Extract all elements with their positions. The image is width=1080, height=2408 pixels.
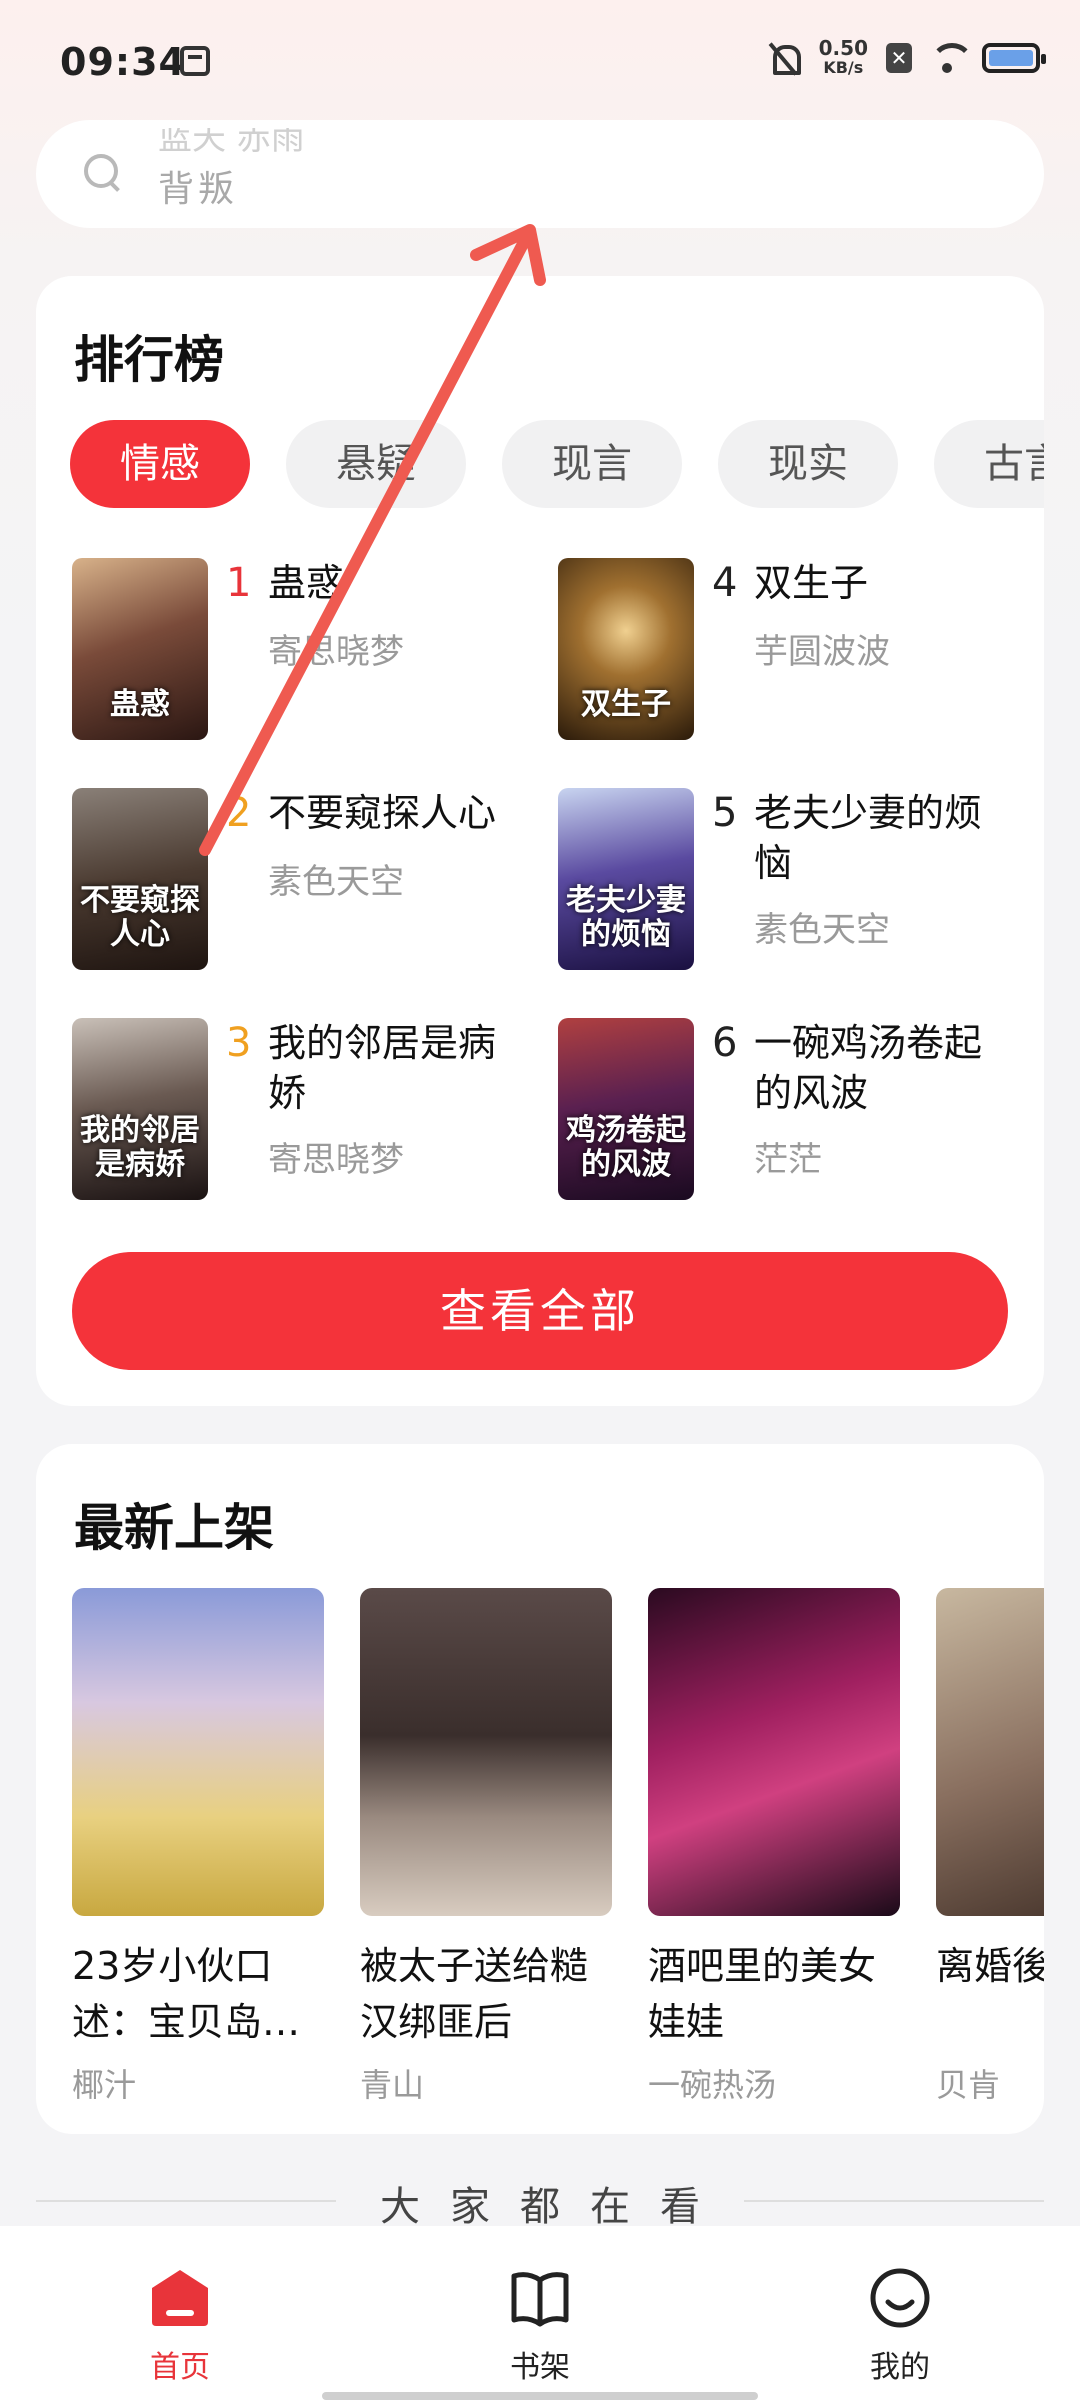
battery-level	[989, 50, 1033, 66]
network-speed: 0.50 KB/s	[819, 38, 868, 78]
book-author: 椰汁	[72, 2066, 137, 2104]
ranking-item-4[interactable]: 双生子 4 双生子 芋圆波波	[558, 558, 1028, 740]
book-cover: 鸡汤卷起的风波	[558, 1018, 694, 1200]
book-author: 素色天空	[754, 910, 890, 950]
ranking-item-2[interactable]: 不要窥探人心 2 不要窥探人心 素色天空	[72, 788, 542, 970]
everyone-watching-title: 大家都在看	[380, 2184, 730, 2230]
book-title: 23岁小伙口述：宝贝岛…	[72, 1944, 301, 2044]
view-all-button[interactable]: 查看全部	[72, 1252, 1008, 1370]
ranking-item-5[interactable]: 老夫少妻的烦恼 5 老夫少妻的烦恼 素色天空	[558, 788, 1028, 970]
book-cover: 蛊惑	[72, 558, 208, 740]
home-book-icon	[152, 2270, 208, 2326]
cover-title: 我的邻居是病娇	[80, 1113, 200, 1182]
nav-mine[interactable]: 我的	[720, 2226, 1080, 2408]
ranking-tabs: 情感 悬疑 现言 现实 古言	[70, 420, 1044, 512]
newest-item-3[interactable]: 酒吧里的美女娃娃 一碗热汤	[648, 1588, 900, 2106]
rank-number: 5	[712, 790, 738, 836]
book-cover: 老夫少妻的烦恼	[558, 788, 694, 970]
cover-title: 双生子	[581, 687, 671, 722]
status-bar: 09:34 0.50 KB/s ✕	[0, 0, 1080, 120]
ranking-title: 排行榜	[74, 331, 224, 389]
book-cover	[648, 1588, 900, 1916]
book-author: 青山	[360, 2066, 425, 2104]
newest-item-2[interactable]: 被太子送给糙汉绑匪后 青山	[360, 1588, 612, 2106]
tab-ancient-romance[interactable]: 古言	[934, 420, 1044, 508]
ranking-item-6[interactable]: 鸡汤卷起的风波 6 一碗鸡汤卷起的风波 茫茫	[558, 1018, 1028, 1200]
book-title: 不要窥探人心	[268, 791, 497, 835]
search-hint: 背叛	[158, 169, 239, 210]
battery-icon	[982, 43, 1046, 73]
book-author: 素色天空	[268, 862, 404, 902]
rank-number: 2	[226, 790, 252, 836]
ranking-card: 排行榜 情感 悬疑 现言 现实 古言 蛊惑 1 蛊惑 寄思晓梦	[36, 276, 1044, 1406]
sim-card-icon	[180, 46, 210, 76]
status-icons: 0.50 KB/s ✕	[767, 38, 1046, 78]
book-cover	[72, 1588, 324, 1916]
book-title: 我的邻居是病娇	[268, 1021, 497, 1115]
nav-mine-label: 我的	[870, 2350, 930, 2385]
open-book-icon	[511, 2272, 569, 2327]
smiley-face-icon	[870, 2268, 930, 2328]
book-author: 茫茫	[754, 1140, 822, 1180]
book-title: 一碗鸡汤卷起的风波	[754, 1021, 983, 1115]
newest-list: 23岁小伙口述：宝贝岛… 椰汁 被太子送给糙汉绑匪后 青山 酒吧里的美女娃娃 一…	[72, 1588, 1044, 2118]
tab-suspense[interactable]: 悬疑	[286, 420, 466, 508]
nav-home-label: 首页	[150, 2350, 210, 2385]
newest-item-4[interactable]: 离婚後户艳遇 贝肯	[936, 1588, 1044, 2106]
everyone-watching-divider: 大家都在看	[36, 2170, 1044, 2230]
rank-number: 1	[226, 560, 252, 606]
book-author: 贝肯	[936, 2066, 1001, 2104]
newest-card: 最新上架 23岁小伙口述：宝贝岛… 椰汁 被太子送给糙汉绑匪后 青山 酒吧里的美…	[36, 1444, 1044, 2134]
newest-title: 最新上架	[74, 1499, 274, 1557]
app-page: 09:34 0.50 KB/s ✕ 蓝天 赤雨 背叛 排行榜 情感 悬疑 现言 …	[0, 0, 1080, 2408]
book-title: 双生子	[754, 561, 869, 605]
book-cover	[936, 1588, 1044, 1916]
book-title: 蛊惑	[268, 561, 345, 605]
mute-bell-icon	[767, 41, 801, 75]
search-bar[interactable]: 蓝天 赤雨 背叛	[36, 120, 1044, 228]
book-author: 寄思晓梦	[268, 632, 404, 672]
signal-off-icon: ✕	[886, 43, 912, 73]
nav-home[interactable]: 首页	[0, 2226, 360, 2408]
nav-bookshelf-label: 书架	[510, 2350, 570, 2385]
nav-bookshelf[interactable]: 书架	[360, 2226, 720, 2408]
book-title: 老夫少妻的烦恼	[754, 791, 983, 885]
book-cover: 不要窥探人心	[72, 788, 208, 970]
cover-title: 鸡汤卷起的风波	[566, 1113, 686, 1182]
cover-title: 不要窥探人心	[80, 883, 200, 952]
search-icon	[84, 154, 120, 190]
book-author: 寄思晓梦	[268, 1140, 404, 1180]
tab-reality[interactable]: 现实	[718, 420, 898, 508]
book-author: 芋圆波波	[754, 632, 890, 672]
newest-item-1[interactable]: 23岁小伙口述：宝贝岛… 椰汁	[72, 1588, 324, 2106]
book-cover: 我的邻居是病娇	[72, 1018, 208, 1200]
tab-modern-romance[interactable]: 现言	[502, 420, 682, 508]
rank-number: 6	[712, 1020, 738, 1066]
rank-number: 4	[712, 560, 738, 606]
tab-emotion[interactable]: 情感	[70, 420, 250, 508]
gesture-home-bar[interactable]	[322, 2392, 758, 2400]
book-title: 被太子送给糙汉绑匪后	[360, 1944, 589, 2044]
search-rotating-hint-previous: 蓝天 赤雨	[158, 128, 305, 154]
cover-title: 老夫少妻的烦恼	[566, 883, 686, 952]
wifi-icon	[930, 41, 974, 75]
ranking-item-3[interactable]: 我的邻居是病娇 3 我的邻居是病娇 寄思晓梦	[72, 1018, 542, 1200]
book-title: 酒吧里的美女娃娃	[648, 1944, 877, 2044]
network-speed-unit: KB/s	[823, 58, 864, 77]
book-cover: 双生子	[558, 558, 694, 740]
ranking-list: 蛊惑 1 蛊惑 寄思晓梦 不要窥探人心 2 不要窥探人心 素色天空 我的邻居是病…	[72, 558, 1012, 1200]
status-time: 09:34	[60, 40, 186, 84]
book-author: 一碗热汤	[648, 2066, 777, 2104]
book-cover	[360, 1588, 612, 1916]
cover-title: 蛊惑	[110, 687, 170, 722]
ranking-item-1[interactable]: 蛊惑 1 蛊惑 寄思晓梦	[72, 558, 542, 740]
bottom-navigation: 首页 书架 我的	[0, 2226, 1080, 2408]
book-title: 离婚後户艳遇	[936, 1944, 1044, 1988]
network-speed-value: 0.50	[818, 36, 868, 60]
rank-number: 3	[226, 1020, 252, 1066]
